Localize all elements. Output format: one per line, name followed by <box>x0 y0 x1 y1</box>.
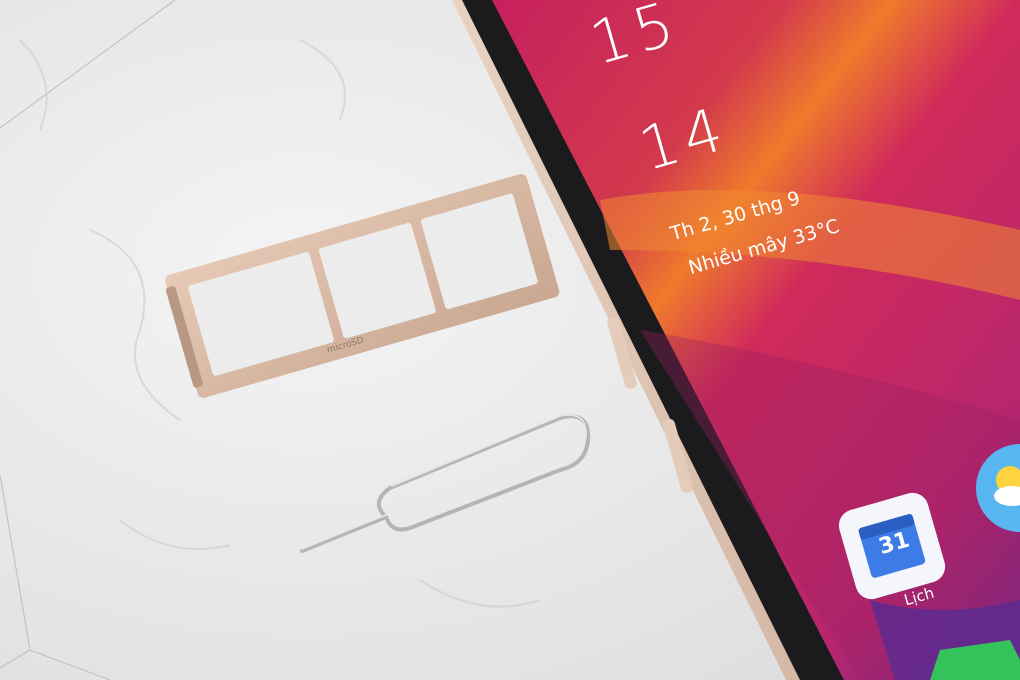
photo-scene <box>0 0 1020 680</box>
